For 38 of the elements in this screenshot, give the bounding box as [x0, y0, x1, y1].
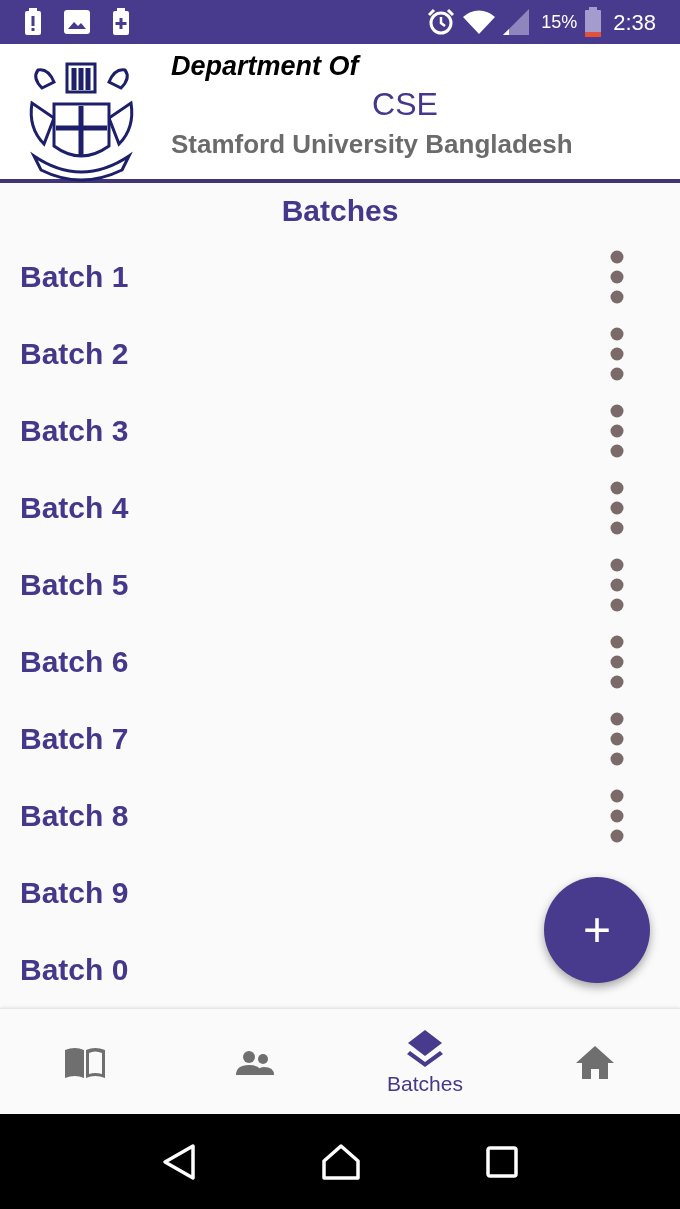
batch-item[interactable]: Batch 8: [20, 793, 129, 838]
people-icon[interactable]: [235, 1048, 275, 1075]
wifi-icon: [463, 9, 496, 35]
home-icon[interactable]: [321, 1142, 361, 1181]
nav-tab[interactable]: Batches: [340, 1009, 510, 1114]
more-options-icon[interactable]: [610, 480, 624, 535]
back-icon[interactable]: [162, 1142, 197, 1181]
batch-item[interactable]: Batch 6: [20, 639, 129, 684]
batch-item[interactable]: Batch 9: [20, 870, 129, 915]
overview-icon[interactable]: [485, 1145, 518, 1178]
add-button[interactable]: +: [544, 877, 650, 983]
batch-item[interactable]: Batch 3: [20, 408, 129, 453]
more-options-icon[interactable]: [610, 249, 624, 304]
battery-charging-icon: [112, 8, 130, 36]
batch-item[interactable]: Batch 7: [20, 716, 129, 761]
alarm-icon: [427, 8, 456, 36]
batch-item[interactable]: Batch 0: [20, 947, 129, 992]
page-title: Batches: [281, 193, 399, 229]
department-name: CSE: [372, 85, 438, 124]
signal-icon: [503, 9, 530, 35]
batch-item[interactable]: Batch 5: [20, 562, 129, 607]
more-options-icon[interactable]: [610, 788, 624, 843]
layers-icon[interactable]: [407, 1029, 443, 1067]
battery-alert-icon: [24, 8, 42, 36]
batch-item[interactable]: Batch 2: [20, 331, 129, 376]
header-subtitle: Department Of: [171, 50, 359, 83]
clock: 2:38: [613, 8, 656, 37]
university-name: Stamford University Bangladesh: [171, 128, 573, 161]
batch-item[interactable]: Batch 4: [20, 485, 129, 530]
more-options-icon[interactable]: [610, 403, 624, 458]
battery-percentage: 15%: [541, 10, 578, 34]
more-options-icon[interactable]: [610, 326, 624, 381]
battery-icon: [585, 7, 602, 37]
image-icon: [64, 10, 90, 34]
more-options-icon[interactable]: [610, 711, 624, 766]
more-options-icon[interactable]: [610, 557, 624, 612]
batch-item[interactable]: Batch 1: [20, 254, 129, 299]
more-options-icon[interactable]: [610, 634, 624, 689]
